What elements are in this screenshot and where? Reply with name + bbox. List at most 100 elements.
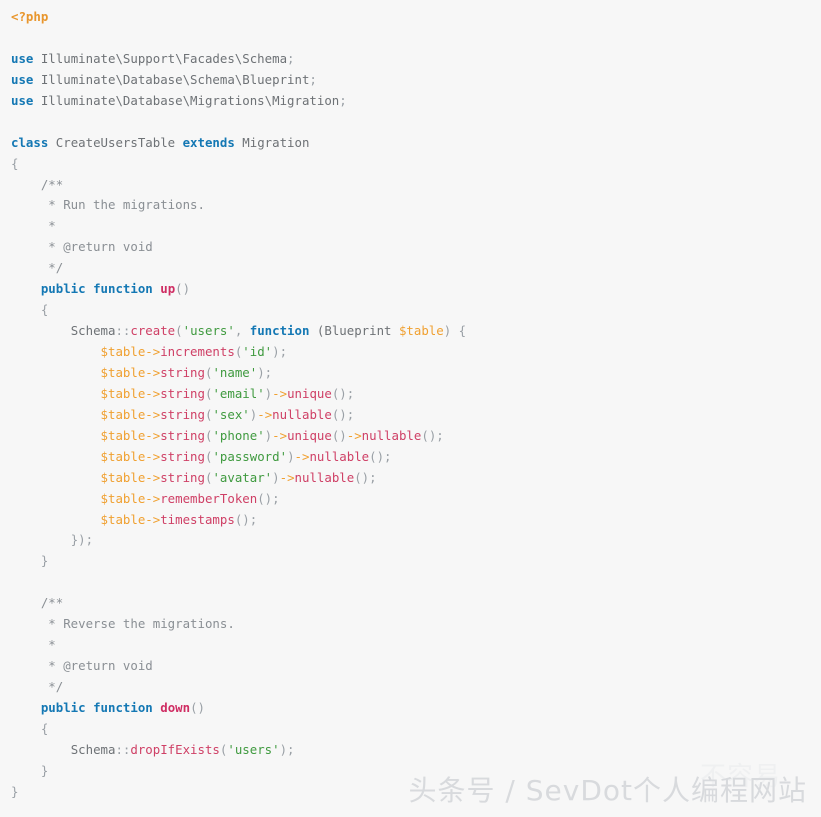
- code-token-keyword: extends: [182, 134, 235, 150]
- code-line: *: [11, 635, 821, 656]
- code-line: $table->string('name');: [11, 363, 821, 384]
- code-line: $table->rememberToken();: [11, 489, 821, 510]
- code-line: $table->string('email')->unique();: [11, 384, 821, 405]
- code-token-punct: );: [279, 741, 295, 757]
- code-line: * @return void: [11, 656, 821, 677]
- code-token-keyword: use: [11, 50, 34, 66]
- code-token-keyword: class: [11, 134, 49, 150]
- code-token-method: string: [160, 469, 205, 485]
- code-token-method: nullable: [361, 427, 422, 443]
- code-listing: <?php use Illuminate\Support\Facades\Sch…: [0, 0, 821, 817]
- code-token-punct: }: [11, 783, 19, 799]
- code-token-plain: Illuminate\Database\Schema\Blueprint: [33, 71, 310, 87]
- code-line: Schema::create('users', function (Bluepr…: [11, 321, 821, 342]
- code-token-punct: ): [287, 448, 295, 464]
- code-line: * Run the migrations.: [11, 195, 821, 216]
- code-token-string: 'sex': [212, 406, 250, 422]
- code-token-punct: ;: [309, 71, 317, 87]
- code-token-method: rememberToken: [160, 490, 258, 506]
- code-token-punct: ();: [331, 385, 355, 401]
- code-token-func: up: [160, 281, 176, 297]
- code-token-string: 'id': [242, 344, 273, 359]
- code-token-arrow: ->: [257, 406, 273, 422]
- code-token-string: 'users': [182, 323, 235, 339]
- code-token-arrow: ->: [145, 511, 161, 527]
- code-line: $table->string('password')->nullable();: [11, 447, 821, 468]
- code-line: }: [11, 782, 821, 803]
- code-token-punct: ) {: [443, 323, 467, 339]
- code-token-punct: ;: [287, 50, 295, 66]
- code-token-method: string: [160, 406, 205, 422]
- code-token-punct: );: [272, 344, 288, 359]
- code-line: public function down(): [11, 698, 821, 719]
- code-line: class CreateUsersTable extends Migration: [11, 133, 821, 154]
- code-token-comment: * Reverse the migrations.: [40, 616, 235, 632]
- code-token-var: $table: [100, 469, 146, 485]
- code-token-keyword: function: [93, 281, 153, 297]
- code-token-plain: CreateUsersTable: [48, 134, 183, 150]
- code-token-arrow: ->: [145, 344, 161, 359]
- code-token-punct: }: [40, 762, 49, 778]
- code-token-php: <?php: [11, 9, 49, 24]
- code-line: use Illuminate\Database\Migrations\Migra…: [11, 91, 821, 112]
- code-token-keyword: function: [249, 323, 310, 339]
- code-token-method: unique: [287, 427, 332, 443]
- code-token-punct: (): [175, 281, 191, 297]
- code-token-string: 'password': [212, 448, 288, 464]
- code-token-punct: ::: [115, 741, 131, 757]
- code-token-method: nullable: [309, 448, 370, 464]
- code-token-plain: Migration: [234, 134, 310, 150]
- code-token-method: string: [160, 427, 205, 443]
- code-token-var: $table: [398, 323, 444, 339]
- code-line: $table->string('sex')->nullable();: [11, 405, 821, 426]
- code-token-arrow: ->: [145, 427, 161, 443]
- code-token-comment: /**: [40, 176, 64, 192]
- code-line: $table->increments('id');: [11, 342, 821, 363]
- code-token-arrow: ->: [346, 427, 362, 443]
- code-token-punct: ();: [234, 511, 258, 527]
- code-token-arrow: ->: [145, 385, 161, 401]
- code-token-comment: */: [40, 679, 64, 694]
- code-token-arrow: ->: [272, 427, 288, 443]
- code-token-method: timestamps: [160, 511, 235, 527]
- code-line: *: [11, 216, 821, 237]
- code-token-comment: *: [40, 218, 56, 234]
- code-token-arrow: ->: [145, 469, 161, 485]
- code-token-string: 'phone': [212, 427, 265, 443]
- code-token-comment: * @return void: [40, 239, 153, 255]
- code-token-punct: });: [70, 532, 94, 548]
- code-token-keyword: function: [93, 699, 153, 715]
- code-token-arrow: ->: [145, 406, 161, 422]
- code-line: */: [11, 677, 821, 698]
- code-line: */: [11, 258, 821, 279]
- code-line: {: [11, 719, 821, 740]
- code-token-var: $table: [100, 364, 146, 380]
- code-token-var: $table: [100, 490, 146, 506]
- code-token-method: increments: [160, 344, 235, 359]
- code-token-punct: (): [190, 699, 205, 715]
- code-token-comment: */: [40, 260, 64, 276]
- code-token-punct: ();: [354, 469, 377, 485]
- code-token-var: $table: [100, 406, 146, 422]
- code-line: * Reverse the migrations.: [11, 614, 821, 635]
- code-line: $table->string('phone')->unique()->nulla…: [11, 426, 821, 447]
- code-line: /**: [11, 593, 821, 614]
- code-token-arrow: ->: [145, 490, 161, 506]
- code-token-comment: * Run the migrations.: [40, 197, 205, 213]
- code-token-punct: {: [11, 155, 19, 171]
- code-token-func: down: [160, 699, 191, 715]
- code-token-punct: ();: [331, 406, 355, 422]
- code-token-method: string: [160, 364, 205, 380]
- code-token-method: nullable: [294, 469, 355, 485]
- code-line: public function up(): [11, 279, 821, 300]
- code-token-var: $table: [100, 385, 146, 401]
- code-token-method: string: [160, 385, 205, 401]
- code-token-method: unique: [287, 385, 332, 401]
- code-line: {: [11, 154, 821, 175]
- code-token-var: $table: [100, 511, 146, 527]
- code-token-var: $table: [100, 448, 146, 464]
